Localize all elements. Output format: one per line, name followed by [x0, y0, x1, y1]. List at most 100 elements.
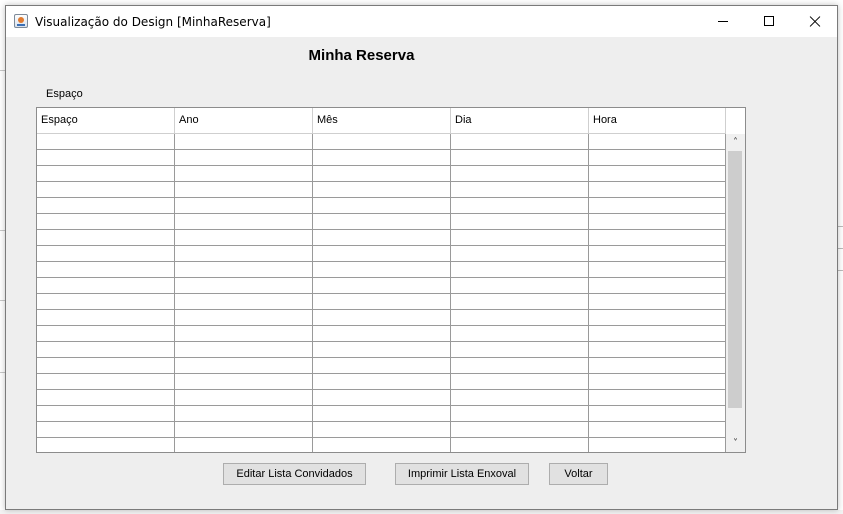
table-cell[interactable]	[175, 246, 313, 261]
chevron-up-icon[interactable]: ˄	[726, 134, 745, 151]
table-cell[interactable]	[313, 134, 451, 149]
table-row[interactable]	[37, 246, 726, 262]
table-cell[interactable]	[37, 134, 175, 149]
table-cell[interactable]	[37, 150, 175, 165]
table-cell[interactable]	[313, 198, 451, 213]
table-cell[interactable]	[589, 214, 726, 229]
table-cell[interactable]	[175, 422, 313, 437]
table-cell[interactable]	[37, 230, 175, 245]
table-row[interactable]	[37, 166, 726, 182]
table-cell[interactable]	[175, 342, 313, 357]
table-cell[interactable]	[175, 358, 313, 373]
table-cell[interactable]	[451, 262, 589, 277]
close-icon[interactable]	[792, 6, 838, 37]
table-cell[interactable]	[451, 374, 589, 389]
table-cell[interactable]	[313, 342, 451, 357]
table-cell[interactable]	[37, 358, 175, 373]
table-cell[interactable]	[451, 422, 589, 437]
back-button[interactable]: Voltar	[549, 463, 608, 485]
table-row[interactable]	[37, 438, 726, 452]
table-cell[interactable]	[451, 198, 589, 213]
print-trousseau-list-button[interactable]: Imprimir Lista Enxoval	[395, 463, 529, 485]
scrollbar-thumb[interactable]	[728, 151, 742, 408]
table-cell[interactable]	[589, 230, 726, 245]
table-cell[interactable]	[589, 166, 726, 181]
table-row[interactable]	[37, 230, 726, 246]
table-cell[interactable]	[175, 374, 313, 389]
table-cell[interactable]	[175, 310, 313, 325]
table-row[interactable]	[37, 214, 726, 230]
table-cell[interactable]	[451, 134, 589, 149]
table-cell[interactable]	[175, 214, 313, 229]
table-cell[interactable]	[313, 422, 451, 437]
table-cell[interactable]	[175, 294, 313, 309]
table-cell[interactable]	[175, 406, 313, 421]
table-row[interactable]	[37, 182, 726, 198]
table-cell[interactable]	[451, 438, 589, 452]
table-cell[interactable]	[37, 246, 175, 261]
table-cell[interactable]	[37, 390, 175, 405]
table-cell[interactable]	[313, 214, 451, 229]
table-cell[interactable]	[589, 198, 726, 213]
table-cell[interactable]	[37, 262, 175, 277]
table-cell[interactable]	[37, 214, 175, 229]
reservations-table[interactable]: Espaço Ano Mês Dia Hora ˄ ˅	[36, 107, 746, 453]
table-cell[interactable]	[589, 342, 726, 357]
column-header-hora[interactable]: Hora	[589, 108, 726, 133]
table-cell[interactable]	[37, 422, 175, 437]
table-cell[interactable]	[37, 326, 175, 341]
table-cell[interactable]	[451, 150, 589, 165]
table-row[interactable]	[37, 134, 726, 150]
table-row[interactable]	[37, 294, 726, 310]
table-cell[interactable]	[313, 182, 451, 197]
table-cell[interactable]	[37, 342, 175, 357]
table-cell[interactable]	[313, 326, 451, 341]
minimize-icon[interactable]	[700, 6, 746, 37]
table-cell[interactable]	[589, 262, 726, 277]
java-app-icon[interactable]	[14, 14, 28, 28]
table-cell[interactable]	[589, 310, 726, 325]
table-cell[interactable]	[37, 166, 175, 181]
table-cell[interactable]	[451, 246, 589, 261]
table-cell[interactable]	[313, 310, 451, 325]
table-cell[interactable]	[589, 374, 726, 389]
table-row[interactable]	[37, 326, 726, 342]
table-row[interactable]	[37, 422, 726, 438]
table-cell[interactable]	[313, 438, 451, 452]
table-row[interactable]	[37, 406, 726, 422]
table-cell[interactable]	[451, 390, 589, 405]
column-header-ano[interactable]: Ano	[175, 108, 313, 133]
table-cell[interactable]	[589, 294, 726, 309]
table-cell[interactable]	[37, 310, 175, 325]
table-cell[interactable]	[589, 134, 726, 149]
table-cell[interactable]	[313, 278, 451, 293]
chevron-down-icon[interactable]: ˅	[726, 435, 745, 452]
table-cell[interactable]	[175, 278, 313, 293]
table-cell[interactable]	[175, 326, 313, 341]
table-cell[interactable]	[175, 230, 313, 245]
table-cell[interactable]	[589, 358, 726, 373]
table-cell[interactable]	[451, 406, 589, 421]
table-cell[interactable]	[313, 150, 451, 165]
table-cell[interactable]	[37, 294, 175, 309]
table-cell[interactable]	[313, 294, 451, 309]
table-cell[interactable]	[589, 438, 726, 452]
table-cell[interactable]	[451, 278, 589, 293]
table-cell[interactable]	[313, 374, 451, 389]
table-cell[interactable]	[313, 358, 451, 373]
table-row[interactable]	[37, 262, 726, 278]
table-cell[interactable]	[313, 406, 451, 421]
table-cell[interactable]	[451, 310, 589, 325]
table-row[interactable]	[37, 358, 726, 374]
table-cell[interactable]	[589, 406, 726, 421]
column-header-dia[interactable]: Dia	[451, 108, 589, 133]
table-row[interactable]	[37, 310, 726, 326]
table-cell[interactable]	[313, 166, 451, 181]
table-cell[interactable]	[451, 294, 589, 309]
table-cell[interactable]	[313, 230, 451, 245]
table-cell[interactable]	[451, 230, 589, 245]
table-row[interactable]	[37, 150, 726, 166]
table-cell[interactable]	[589, 246, 726, 261]
table-cell[interactable]	[175, 134, 313, 149]
table-cell[interactable]	[589, 150, 726, 165]
